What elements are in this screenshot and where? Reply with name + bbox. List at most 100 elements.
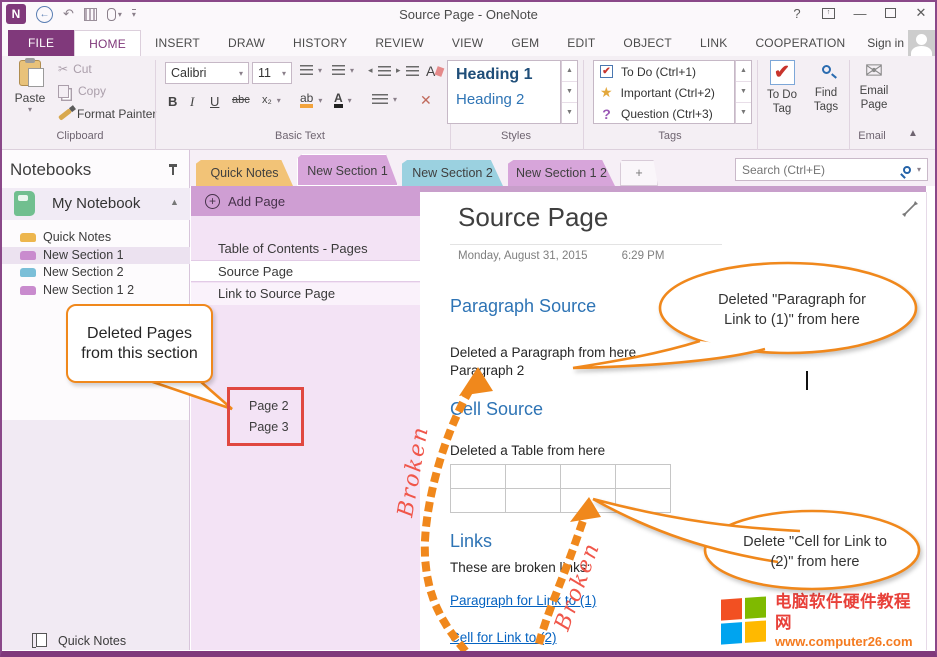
tab-file[interactable]: FILE — [8, 30, 74, 56]
format-painter-button[interactable]: Format Painter — [58, 107, 156, 121]
add-page-icon: + — [205, 194, 220, 209]
paragraph-text-2[interactable]: Paragraph 2 — [450, 363, 524, 378]
minimize-icon[interactable]: — — [852, 6, 868, 21]
search-scope-dropdown-icon[interactable]: ▾ — [917, 165, 921, 174]
tab-gem[interactable]: GEM — [497, 30, 553, 56]
collapse-ribbon-icon[interactable]: ▲ — [908, 128, 918, 139]
search-icon — [903, 166, 911, 174]
user-avatar[interactable] — [908, 30, 935, 56]
tab-review[interactable]: REVIEW — [361, 30, 438, 56]
onenote-window: N ← ↶ ▾ ▾ Source Page - OneNote ? ↑ — ✕ … — [0, 0, 937, 657]
deleted-pages-red-box: Page 2 Page 3 — [227, 387, 304, 446]
notebooks-sidebar: Notebooks My Notebook ▲ Quick Notes New … — [0, 150, 190, 650]
sign-in-link[interactable]: Sign in — [867, 36, 904, 50]
strikethrough-button[interactable]: abc — [232, 94, 250, 106]
site-logo-url: www.computer26.com — [775, 634, 926, 650]
notebook-my-notebook[interactable]: My Notebook ▲ — [0, 188, 190, 220]
bold-button[interactable]: B — [168, 94, 177, 109]
cut-button[interactable]: ✂Cut — [58, 62, 92, 76]
tag-important[interactable]: ★ Important (Ctrl+2) — [594, 82, 734, 103]
table-caption-text[interactable]: Deleted a Table from here — [450, 443, 605, 458]
broken-link-cell[interactable]: Cell for Link to (2) — [450, 630, 557, 645]
copy-button[interactable]: Copy — [58, 84, 106, 98]
quick-notes-shortcut[interactable]: Quick Notes — [0, 630, 190, 652]
highlight-button[interactable]: ab▾ — [300, 92, 322, 108]
section-tab-new-section-1[interactable]: New Section 1 — [297, 154, 398, 186]
tab-edit[interactable]: EDIT — [553, 30, 609, 56]
tab-cooperation[interactable]: COOPERATION — [741, 30, 859, 56]
sidebar-section-new-section-1-2[interactable]: New Section 1 2 — [0, 282, 190, 300]
delete-button[interactable]: ✕ — [420, 92, 432, 109]
paragraph-text-1[interactable]: Deleted a Paragraph from here. — [450, 345, 640, 360]
decrease-indent-button[interactable]: ◂ — [368, 65, 391, 76]
title-bar: N ← ↶ ▾ ▾ Source Page - OneNote ? ↑ — ✕ — [0, 0, 937, 30]
heading-links[interactable]: Links — [450, 531, 492, 552]
paste-button[interactable]: Paste ▾ — [8, 60, 52, 134]
help-icon[interactable]: ? — [789, 6, 805, 21]
sidebar-section-new-section-2[interactable]: New Section 2 — [0, 264, 190, 282]
underline-button[interactable]: U — [210, 94, 219, 109]
sidebar-section-quick-notes[interactable]: Quick Notes — [0, 229, 190, 247]
section-tab-new-section-1-2[interactable]: New Section 1 2 — [508, 160, 615, 186]
pin-icon[interactable] — [168, 164, 178, 176]
notebook-icon — [14, 191, 35, 216]
site-logo: 电脑软件硬件教程网 www.computer26.com — [721, 596, 926, 646]
links-intro-text[interactable]: These are broken links: — [450, 560, 590, 575]
tab-draw[interactable]: DRAW — [214, 30, 279, 56]
add-page-button[interactable]: + Add Page — [191, 186, 420, 216]
decrease-indent-icon — [378, 66, 391, 76]
subscript-button[interactable]: x₂▾ — [262, 94, 281, 106]
font-color-button[interactable]: A▾ — [334, 92, 352, 108]
section-tab-quick-notes[interactable]: Quick Notes — [196, 160, 293, 186]
tags-scroll[interactable]: ▲▼▼ — [735, 60, 752, 124]
broken-link-paragraph[interactable]: Paragraph for Link to (1) — [450, 593, 596, 608]
page-canvas[interactable]: Source Page Monday, August 31, 20156:29 … — [421, 192, 926, 650]
tab-object[interactable]: OBJECT — [609, 30, 686, 56]
tab-link[interactable]: LINK — [686, 30, 741, 56]
ribbon-display-options-icon[interactable]: ↑ — [822, 8, 835, 19]
page-item-source-page[interactable]: Source Page — [191, 260, 420, 282]
page-title[interactable]: Source Page — [458, 202, 608, 233]
sidebar-section-new-section-1[interactable]: New Section 1 — [0, 247, 190, 265]
increase-indent-button[interactable]: ▸ — [396, 65, 419, 76]
tags-gallery: ✔ To Do (Ctrl+1) ★ Important (Ctrl+2) ? … — [593, 60, 735, 124]
stacked-pages-icon — [36, 633, 47, 647]
tab-insert[interactable]: INSERT — [141, 30, 214, 56]
section-tab-new-section-2[interactable]: New Section 2 — [402, 160, 503, 186]
style-heading1[interactable]: Heading 1 — [448, 61, 560, 89]
tab-history[interactable]: HISTORY — [279, 30, 361, 56]
todo-tag-button[interactable]: ✔ To DoTag — [760, 58, 804, 130]
styles-scroll[interactable]: ▲▼▼ — [561, 60, 578, 124]
empty-table[interactable] — [450, 464, 671, 513]
tag-todo[interactable]: ✔ To Do (Ctrl+1) — [594, 61, 734, 82]
page-item-toc[interactable]: Table of Contents - Pages — [191, 238, 420, 260]
close-icon[interactable]: ✕ — [913, 5, 929, 21]
paragraph-align-button[interactable]: ▾ — [372, 94, 397, 104]
tag-question[interactable]: ? Question (Ctrl+3) — [594, 103, 734, 124]
create-section-tab[interactable]: + — [620, 160, 658, 186]
find-tags-button[interactable]: FindTags — [804, 58, 848, 130]
collapse-notebook-icon[interactable]: ▲ — [170, 197, 179, 207]
email-page-button[interactable]: ✉ EmailPage — [852, 58, 896, 130]
style-heading2[interactable]: Heading 2 — [448, 89, 560, 110]
search-input[interactable] — [742, 163, 897, 177]
maximize-icon[interactable] — [885, 8, 896, 18]
search-box[interactable]: ▾ — [735, 158, 928, 181]
clear-formatting-button[interactable]: A — [426, 63, 443, 79]
font-name-select[interactable]: Calibri▾ — [165, 62, 249, 84]
ribbon: Paste ▾ ✂Cut Copy Format Painter Clipboa… — [0, 56, 937, 150]
scissors-icon: ✂ — [58, 62, 68, 76]
font-size-select[interactable]: 11▾ — [252, 62, 292, 84]
bullets-button[interactable]: ▾ — [300, 65, 322, 75]
tab-home[interactable]: HOME — [74, 30, 141, 56]
page-list-panel: + Add Page Table of Contents - Pages Sou… — [191, 186, 420, 650]
tab-view[interactable]: VIEW — [438, 30, 497, 56]
numbering-button[interactable]: ▾ — [332, 65, 354, 75]
heading-paragraph-source[interactable]: Paragraph Source — [450, 296, 596, 317]
full-page-view-icon[interactable] — [901, 200, 919, 218]
italic-button[interactable]: I — [190, 94, 194, 110]
paste-icon — [19, 60, 41, 86]
heading-cell-source[interactable]: Cell Source — [450, 399, 543, 420]
page-item-link-to-source[interactable]: Link to Source Page — [191, 283, 420, 305]
increase-indent-icon — [406, 66, 419, 76]
